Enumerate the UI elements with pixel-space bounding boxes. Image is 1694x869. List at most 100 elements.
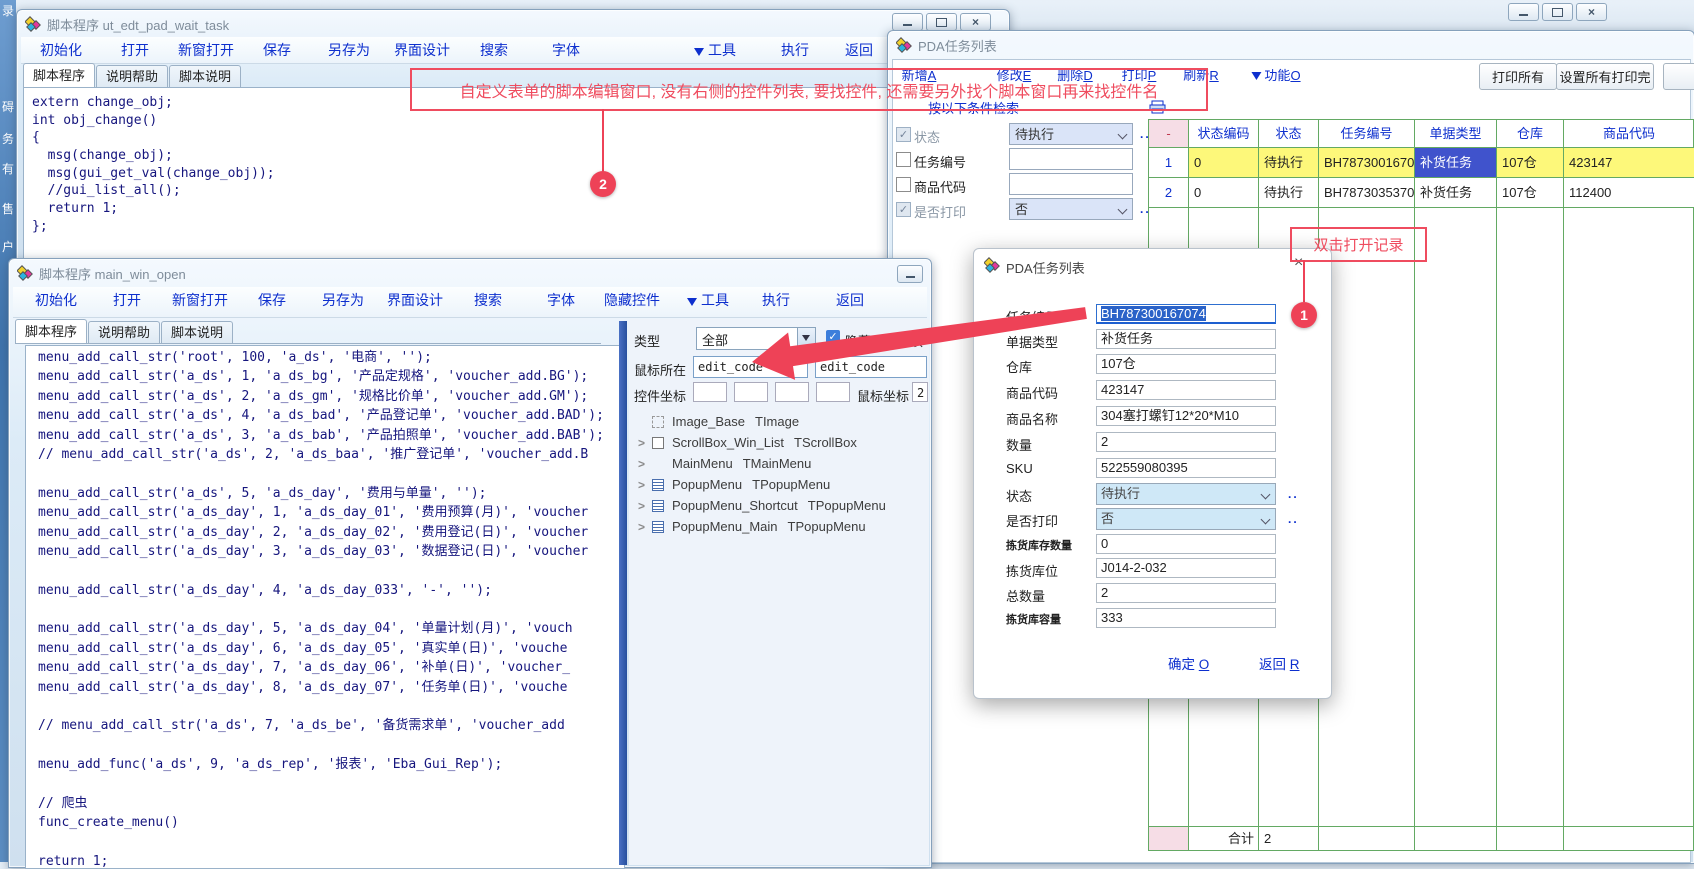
column-header-商品代码[interactable]: 商品代码 — [1564, 120, 1694, 148]
toolbar-item-打开[interactable]: 打开 — [113, 287, 141, 313]
tab-脚本说明[interactable]: 脚本说明 — [161, 321, 233, 343]
expand-icon[interactable]: > — [638, 436, 652, 450]
field-input-仓库[interactable]: 107仓 — [1096, 354, 1276, 374]
window1-close-button[interactable]: × — [960, 13, 991, 31]
toolbar-item-搜索[interactable]: 搜索 — [474, 287, 502, 313]
cell-状态[interactable]: 待执行 — [1259, 148, 1319, 178]
filter-checkbox-任务编号[interactable] — [896, 152, 911, 167]
window2-titlebar[interactable]: 脚本程序 main_win_open — [9, 259, 931, 287]
field-select-是否打印[interactable]: 否 — [1096, 508, 1276, 530]
filter-checkbox-是否打印[interactable]: ✓ — [896, 202, 911, 217]
tree-item-PopupMenu_Shortcut[interactable]: >PopupMenu_ShortcutTPopupMenu — [638, 495, 886, 516]
field-input-拣货库容量[interactable]: 333 — [1096, 608, 1276, 628]
dropdown-button[interactable] — [797, 328, 815, 347]
toolbar-item-界面设计[interactable]: 界面设计 — [387, 287, 443, 313]
toolbar-item-字体[interactable]: 字体 — [547, 287, 575, 313]
back-button[interactable]: 返回 R — [1259, 653, 1300, 673]
button-设置所有打印完[interactable]: 设置所有打印完 — [1556, 63, 1654, 90]
mouse-at-input-2[interactable]: edit_code — [815, 356, 927, 378]
cell-状态编码[interactable]: 0 — [1189, 178, 1259, 208]
cell-商品代码[interactable]: 423147 — [1564, 148, 1694, 178]
maximize-button[interactable] — [1542, 3, 1573, 21]
expand-icon[interactable]: > — [638, 499, 652, 513]
coord-input-1[interactable] — [693, 382, 727, 402]
toolbar-item-执行[interactable]: 执行 — [781, 37, 809, 63]
toolbar-item-工具[interactable]: 工具 — [694, 37, 736, 63]
cell-任务编号[interactable]: BH787303537039 — [1319, 178, 1415, 208]
window1-minimize-button[interactable] — [892, 13, 923, 31]
window1-titlebar[interactable]: 脚本程序 ut_edt_pad_wait_task — [17, 10, 1009, 38]
button-打印[interactable]: 打印 — [1663, 63, 1694, 90]
field-input-总数量[interactable]: 2 — [1096, 583, 1276, 603]
expand-icon[interactable]: > — [638, 478, 652, 492]
column-header-任务编号[interactable]: 任务编号 — [1319, 120, 1415, 148]
filter-checkbox-状态[interactable]: ✓ — [896, 127, 911, 142]
column-header--[interactable]: - — [1149, 120, 1189, 148]
table-row[interactable]: 20待执行BH787303537039补货任务107仓112400 — [1149, 178, 1694, 208]
field-input-商品名称[interactable]: 304塞打螺钉12*20*M10 — [1096, 406, 1276, 426]
toolbar-item-新窗打开[interactable]: 新窗打开 — [172, 287, 228, 313]
toolbar-item-初始化[interactable]: 初始化 — [40, 37, 82, 63]
tree-item-Image_Base[interactable]: Image_BaseTImage — [638, 411, 799, 432]
cell-商品代码[interactable]: 112400 — [1564, 178, 1694, 208]
button-打印所有[interactable]: 打印所有 — [1479, 63, 1557, 90]
window1-maximize-button[interactable] — [926, 13, 957, 31]
tree-item-MainMenu[interactable]: >MainMenuTMainMenu — [638, 453, 811, 474]
expand-icon[interactable]: > — [638, 520, 652, 534]
toolbar-item-工具[interactable]: 工具 — [687, 287, 729, 313]
cell-状态编码[interactable]: 0 — [1189, 148, 1259, 178]
toolbar-item-返回[interactable]: 返回 — [836, 287, 864, 313]
coord-input-2[interactable] — [734, 382, 768, 402]
hide-invisible-checkbox[interactable]: ✓ — [826, 330, 840, 344]
tab-脚本说明[interactable]: 脚本说明 — [169, 65, 241, 87]
field-input-SKU[interactable]: 522559080395 — [1096, 458, 1276, 478]
tree-item-PopupMenu[interactable]: >PopupMenuTPopupMenu — [638, 474, 830, 495]
field-input-单据类型[interactable]: 补货任务 — [1096, 329, 1276, 349]
filter-select-状态[interactable]: 待执行 — [1009, 123, 1133, 145]
toolbar-item-字体[interactable]: 字体 — [552, 37, 580, 63]
expand-icon[interactable]: > — [638, 457, 652, 471]
field-input-任务编号[interactable]: BH787300167074 — [1096, 304, 1276, 324]
row-number[interactable]: 2 — [1149, 178, 1189, 208]
row-number[interactable]: 1 — [1149, 148, 1189, 178]
tab-脚本程序[interactable]: 脚本程序 — [15, 319, 87, 343]
cell-任务编号[interactable]: BH787300167074 — [1319, 148, 1415, 178]
table-row[interactable]: 10待执行BH787300167074补货任务107仓423147 — [1149, 148, 1694, 178]
toolbar-item-另存为[interactable]: 另存为 — [322, 287, 364, 313]
mouse-at-input-1[interactable]: edit_code — [693, 356, 808, 378]
toolbar-item-另存为[interactable]: 另存为 — [328, 37, 370, 63]
toolbar-item-初始化[interactable]: 初始化 — [35, 287, 77, 313]
toolbar-item-隐藏控件[interactable]: 隐藏控件 — [604, 287, 660, 313]
splitter[interactable] — [619, 321, 627, 865]
tree-item-PopupMenu_Main[interactable]: >PopupMenu_MainTPopupMenu — [638, 516, 866, 537]
coord-input-3[interactable] — [775, 382, 809, 402]
menu-item-功能O[interactable]: 功能O — [1251, 63, 1300, 85]
toolbar-item-界面设计[interactable]: 界面设计 — [394, 37, 450, 63]
field-input-拣货库位[interactable]: J014-2-032 — [1096, 558, 1276, 578]
field-input-商品代码[interactable]: 423147 — [1096, 380, 1276, 400]
window2-code-editor[interactable]: menu_add_call_str('root', 100, 'a_ds', '… — [25, 345, 625, 869]
column-header-状态[interactable]: 状态 — [1259, 120, 1319, 148]
window2-minimize-button[interactable] — [897, 265, 923, 283]
tab-说明帮助[interactable]: 说明帮助 — [96, 65, 168, 87]
toolbar-item-保存[interactable]: 保存 — [258, 287, 286, 313]
tree-item-ScrollBox_Win_List[interactable]: >ScrollBox_Win_ListTScrollBox — [638, 432, 857, 453]
cell-仓库[interactable]: 107仓 — [1497, 148, 1564, 178]
column-header-单据类型[interactable]: 单据类型 — [1415, 120, 1497, 148]
type-dropdown[interactable]: 全部 — [696, 327, 816, 350]
coord-input-4[interactable] — [816, 382, 850, 402]
toolbar-item-保存[interactable]: 保存 — [263, 37, 291, 63]
toolbar-item-搜索[interactable]: 搜索 — [480, 37, 508, 63]
close-button[interactable]: × — [1576, 3, 1607, 21]
field-select-状态[interactable]: 待执行 — [1096, 483, 1276, 505]
field-more-button[interactable]: .. — [1288, 512, 1299, 526]
column-header-仓库[interactable]: 仓库 — [1497, 120, 1564, 148]
cell-单据类型[interactable]: 补货任务 — [1415, 178, 1497, 208]
toolbar-item-返回[interactable]: 返回 — [845, 37, 873, 63]
toolbar-item-执行[interactable]: 执行 — [762, 287, 790, 313]
cell-状态[interactable]: 待执行 — [1259, 178, 1319, 208]
filter-select-是否打印[interactable]: 否 — [1009, 198, 1133, 220]
tab-说明帮助[interactable]: 说明帮助 — [88, 321, 160, 343]
toolbar-item-打开[interactable]: 打开 — [121, 37, 149, 63]
window1-code-editor[interactable]: extern change_obj;int obj_change(){ msg(… — [23, 87, 897, 267]
